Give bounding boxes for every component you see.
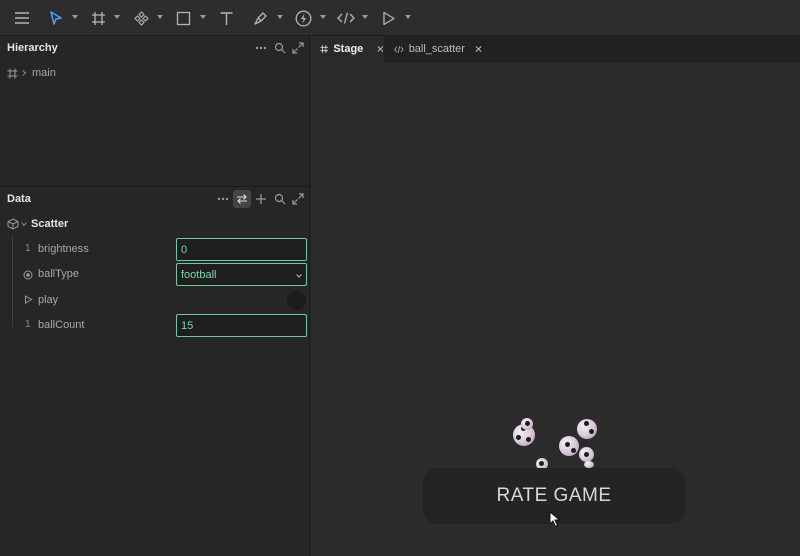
component-tool-caret[interactable] (157, 15, 163, 19)
soccer-ball (584, 461, 594, 468)
enum-type-icon (23, 270, 33, 280)
tab-label: Stage (333, 43, 364, 55)
soccer-ball (559, 436, 579, 456)
property-row-balltype: ballType football (0, 262, 310, 286)
play-trigger-button[interactable] (287, 291, 306, 310)
shape-icon[interactable] (176, 0, 191, 36)
data-title: Data (7, 193, 31, 205)
tab-stage[interactable]: Stage (311, 36, 384, 62)
hierarchy-item-main[interactable]: main (7, 65, 56, 81)
mouse-cursor-icon (549, 511, 561, 528)
frame-tool-caret[interactable] (114, 15, 120, 19)
soccer-ball (577, 419, 597, 439)
property-label: ballCount (38, 319, 85, 331)
swap-icon (237, 194, 247, 204)
ballcount-input[interactable] (176, 314, 307, 337)
property-row-ballcount: 1 ballCount (0, 313, 310, 337)
pen-tool-caret[interactable] (277, 15, 283, 19)
code-icon[interactable] (337, 0, 355, 36)
property-label: ballType (38, 268, 79, 280)
play-tool-caret[interactable] (405, 15, 411, 19)
data-object-label: Scatter (31, 218, 69, 230)
search-icon[interactable] (274, 193, 286, 205)
select-arrow-icon[interactable] (49, 0, 63, 36)
soccer-ball (521, 418, 533, 430)
menu-icon[interactable] (14, 0, 30, 36)
hierarchy-item-label: main (32, 67, 56, 79)
left-sidebar: Hierarchy main Data Scatter 1 brightness… (0, 36, 310, 556)
component-icon[interactable] (134, 0, 149, 36)
soccer-ball (579, 447, 594, 462)
chevron-down-icon[interactable] (20, 220, 28, 228)
frame-icon[interactable] (91, 0, 106, 36)
add-icon[interactable] (255, 193, 267, 205)
text-icon[interactable] (219, 0, 234, 36)
code-tool-caret[interactable] (362, 15, 368, 19)
code-icon (394, 45, 404, 53)
shape-tool-caret[interactable] (200, 15, 206, 19)
bolt-tool-caret[interactable] (320, 15, 326, 19)
expand-icon[interactable] (292, 193, 304, 205)
expand-icon[interactable] (292, 42, 304, 54)
data-object-scatter[interactable]: Scatter (7, 216, 68, 232)
frame-icon (7, 68, 18, 78)
balltype-selected-value: football (181, 269, 217, 281)
trigger-type-icon (25, 295, 33, 304)
close-icon[interactable] (377, 45, 384, 53)
property-row-play: play (0, 288, 310, 312)
play-icon[interactable] (382, 0, 396, 36)
property-label: play (38, 294, 59, 306)
search-icon[interactable] (274, 42, 286, 54)
cube-icon (7, 218, 19, 230)
more-icon[interactable] (255, 42, 267, 54)
select-tool-caret[interactable] (72, 15, 78, 19)
main-toolbar (0, 0, 800, 36)
balltype-select[interactable]: football (176, 263, 307, 286)
property-row-brightness: 1 brightness (0, 237, 310, 261)
stage-canvas[interactable]: RATE GAME (311, 62, 800, 556)
more-icon[interactable] (217, 193, 229, 205)
number-type-icon: 1 (25, 319, 31, 330)
pen-icon[interactable] (253, 0, 269, 36)
number-type-icon: 1 (25, 243, 31, 254)
tab-ball-scatter[interactable]: ball_scatter (385, 36, 483, 62)
swap-toggle-button[interactable] (233, 190, 251, 208)
bolt-icon[interactable] (295, 0, 312, 36)
tab-label: ball_scatter (408, 43, 465, 55)
hierarchy-title: Hierarchy (7, 42, 58, 54)
chevron-down-icon (296, 274, 302, 278)
hierarchy-header: Hierarchy (0, 36, 310, 60)
tab-bar: Stage ball_scatter (311, 36, 800, 62)
brightness-input[interactable] (176, 238, 307, 261)
data-header: Data (0, 187, 310, 211)
property-label: brightness (38, 243, 89, 255)
close-icon[interactable] (475, 45, 482, 53)
frame-icon (320, 45, 328, 53)
chevron-right-icon[interactable] (20, 69, 28, 77)
